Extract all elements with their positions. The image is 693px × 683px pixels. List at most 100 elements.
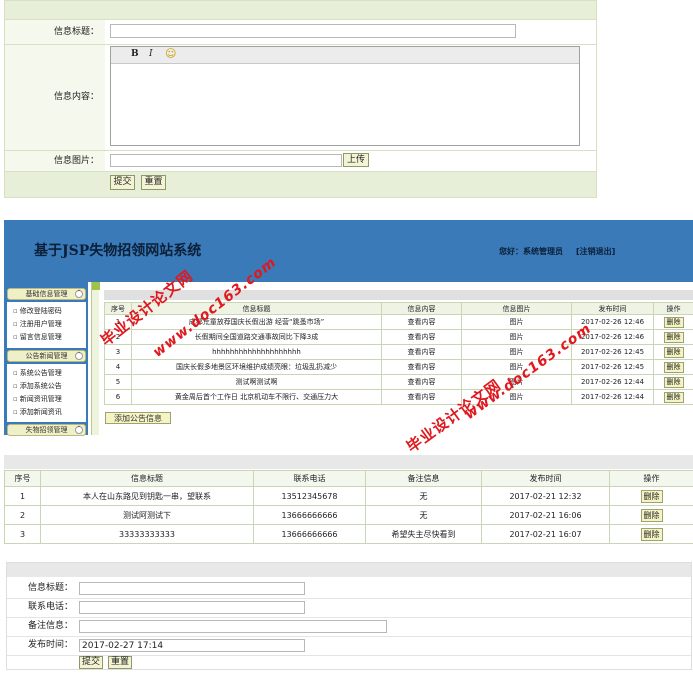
admin-header: 基于JSP失物招领网站系统 您好：系统管理员 [注销退出] bbox=[4, 220, 693, 282]
delete-button[interactable]: 删除 bbox=[663, 391, 684, 403]
delete-button[interactable]: 删除 bbox=[663, 331, 684, 343]
delete-button[interactable]: 删除 bbox=[663, 316, 684, 328]
reset-button[interactable]: 重置 bbox=[141, 175, 166, 190]
lost-table-top-bar bbox=[4, 455, 693, 469]
note-input[interactable] bbox=[79, 620, 387, 633]
italic-icon[interactable]: I bbox=[149, 49, 153, 59]
form-top-band bbox=[5, 1, 596, 19]
sidebar-collapse-bar[interactable] bbox=[91, 282, 100, 435]
row-note: 无 bbox=[365, 486, 482, 506]
column-header: 发布时间 bbox=[571, 302, 654, 315]
sidebar-group-lost[interactable]: 失物招领管理 ˆ bbox=[7, 424, 86, 436]
chevron-icon: ˆ bbox=[75, 352, 83, 360]
row-action: 删除 bbox=[653, 329, 693, 345]
table-row: 3 hhhhhhhhhhhhhhhhhhhh 查看内容 图片 2017-02-2… bbox=[104, 344, 693, 360]
lost-item-form: 信息标题： 联系电话： 备注信息： 发布时间： 提交 重置 bbox=[6, 562, 692, 670]
phone-label: 联系电话： bbox=[27, 602, 73, 612]
delete-button[interactable]: 删除 bbox=[663, 346, 684, 358]
delete-button[interactable]: 删除 bbox=[663, 361, 684, 373]
editor-toolbar: B I ☺ bbox=[111, 47, 579, 64]
column-header: 联系电话 bbox=[253, 470, 366, 487]
title-label: 信息标题： bbox=[5, 20, 105, 44]
image-path-input[interactable] bbox=[110, 154, 342, 167]
column-header: 信息标题 bbox=[40, 470, 254, 487]
content-label: 信息内容： bbox=[5, 45, 105, 150]
row-action: 删除 bbox=[609, 524, 693, 544]
row-action: 删除 bbox=[653, 344, 693, 360]
table-row: 4 国庆长假多地景区环境维护成绩亮眼：垃圾乱扔减少 查看内容 图片 2017-0… bbox=[104, 359, 693, 375]
sidebar-group-news[interactable]: 公告新闻管理 ˆ bbox=[7, 350, 86, 362]
row-title: 33333333333 bbox=[40, 524, 254, 544]
form-top-bar bbox=[7, 563, 691, 577]
sidebar-item-notice-manage[interactable]: 系统公告管理 bbox=[13, 368, 62, 378]
reset-button[interactable]: 重置 bbox=[108, 656, 132, 669]
table-row: 2 测试阿测试下 13666666666 无 2017-02-21 16:06 … bbox=[4, 505, 693, 525]
row-title: 国庆长假多地景区环境维护成绩亮眼：垃圾乱扔减少 bbox=[131, 359, 382, 375]
bold-icon[interactable]: B bbox=[131, 49, 139, 59]
delete-button[interactable]: 删除 bbox=[663, 376, 684, 388]
row-action: 删除 bbox=[653, 314, 693, 330]
view-content-link[interactable]: 查看内容 bbox=[381, 374, 462, 390]
row-number: 6 bbox=[104, 389, 132, 405]
column-header: 操作 bbox=[653, 302, 693, 315]
column-header: 发布时间 bbox=[481, 470, 610, 487]
view-content-link[interactable]: 查看内容 bbox=[381, 329, 462, 345]
image-link[interactable]: 图片 bbox=[461, 314, 572, 330]
submit-button[interactable]: 提交 bbox=[79, 656, 103, 669]
sidebar-item-users[interactable]: 注册用户管理 bbox=[13, 319, 62, 329]
view-content-link[interactable]: 查看内容 bbox=[381, 314, 462, 330]
view-content-link[interactable]: 查看内容 bbox=[381, 389, 462, 405]
rich-text-editor[interactable]: B I ☺ bbox=[110, 46, 580, 146]
view-content-link[interactable]: 查看内容 bbox=[381, 359, 462, 375]
row-number: 2 bbox=[4, 505, 41, 525]
sidebar-item-notice-add[interactable]: 添加系统公告 bbox=[13, 381, 62, 391]
delete-button[interactable]: 删除 bbox=[640, 489, 663, 503]
row-phone: 13666666666 bbox=[253, 505, 366, 525]
collapse-handle-icon[interactable] bbox=[92, 282, 100, 290]
row-action: 删除 bbox=[609, 486, 693, 506]
delete-button[interactable]: 删除 bbox=[640, 527, 663, 541]
column-header: 操作 bbox=[609, 470, 693, 487]
table-row: 1 本人在山东路见到钥匙一串，望联系 13512345678 无 2017-02… bbox=[4, 486, 693, 506]
column-header: 信息标题 bbox=[131, 302, 382, 315]
sidebar-item-change-password[interactable]: 修改登陆密码 bbox=[13, 306, 62, 316]
sidebar-item-news-manage[interactable]: 新闻资讯管理 bbox=[13, 394, 62, 404]
view-content-link[interactable]: 查看内容 bbox=[381, 344, 462, 360]
row-number: 1 bbox=[4, 486, 41, 506]
sidebar-list-news: 系统公告管理 添加系统公告 新闻资讯管理 添加新闻资讯 bbox=[7, 364, 86, 422]
column-header: 备注信息 bbox=[365, 470, 482, 487]
row-title: 本人在山东路见到钥匙一串，望联系 bbox=[40, 486, 254, 506]
table-row: 5 测试啊测试啊 查看内容 图片 2017-02-26 12:44 删除 bbox=[104, 374, 693, 390]
delete-button[interactable]: 删除 bbox=[640, 508, 663, 522]
admin-sidebar: 基础信息管理 ˆ 修改登陆密码 注册用户管理 留言信息管理 公告新闻管理 ˆ 系… bbox=[4, 282, 88, 436]
admin-main: 序号 信息标题 信息内容 信息图片 发布时间 操作 1 成都荒童放荐国庆长假出游… bbox=[101, 282, 693, 435]
image-label: 信息图片： bbox=[5, 151, 105, 171]
sidebar-item-news-add[interactable]: 添加新闻资讯 bbox=[13, 407, 62, 417]
emoticon-icon[interactable]: ☺ bbox=[165, 47, 176, 60]
sidebar-group-basic[interactable]: 基础信息管理 ˆ bbox=[7, 288, 86, 300]
row-time: 2017-02-21 16:06 bbox=[481, 505, 610, 525]
row-phone: 13512345678 bbox=[253, 486, 366, 506]
time-label: 发布时间： bbox=[27, 640, 73, 650]
row-note: 无 bbox=[365, 505, 482, 525]
phone-input[interactable] bbox=[79, 601, 305, 614]
sidebar-list-basic: 修改登陆密码 注册用户管理 留言信息管理 bbox=[7, 302, 86, 348]
chevron-icon: ˆ bbox=[75, 290, 83, 298]
row-action: 删除 bbox=[609, 505, 693, 525]
add-notice-button[interactable]: 添加公告信息 bbox=[105, 412, 171, 424]
row-time: 2017-02-21 16:07 bbox=[481, 524, 610, 544]
title-label: 信息标题： bbox=[27, 583, 73, 593]
column-header: 信息图片 bbox=[461, 302, 572, 315]
logout-link[interactable]: [注销退出] bbox=[576, 246, 615, 257]
time-input[interactable] bbox=[79, 639, 305, 652]
upload-button[interactable]: 上传 bbox=[343, 153, 369, 167]
title-input[interactable] bbox=[110, 24, 516, 38]
row-note: 希望失主尽快看到 bbox=[365, 524, 482, 544]
sidebar-group-label: 基础信息管理 bbox=[25, 290, 68, 298]
table-header-row: 序号 信息标题 联系电话 备注信息 发布时间 操作 bbox=[4, 470, 693, 487]
sidebar-group-label: 公告新闻管理 bbox=[25, 352, 68, 360]
row-title: 测试啊测试啊 bbox=[131, 374, 382, 390]
submit-button[interactable]: 提交 bbox=[110, 175, 135, 190]
title-input[interactable] bbox=[79, 582, 305, 595]
sidebar-item-messages[interactable]: 留言信息管理 bbox=[13, 332, 62, 342]
